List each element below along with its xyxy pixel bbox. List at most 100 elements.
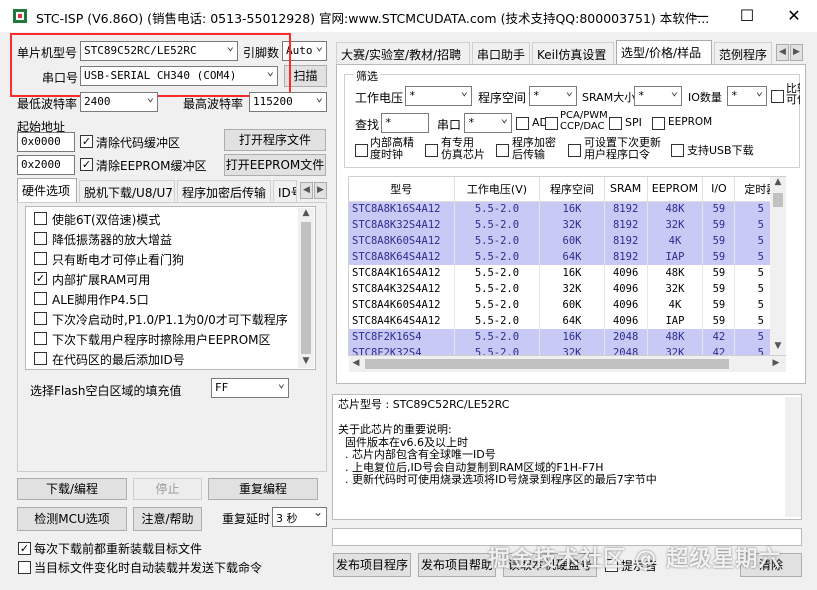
stop-button[interactable]: 停止 <box>133 478 202 500</box>
min-baud-select[interactable]: 2400 <box>80 92 158 112</box>
table-cell: 16K <box>539 201 605 217</box>
col-sram[interactable]: SRAM <box>604 177 648 202</box>
minimize-button[interactable]: — <box>678 0 724 32</box>
filter-group-title: 筛选 <box>354 68 380 84</box>
table-row[interactable]: STC8F2K32S4 5.5-2.0 32K 2048 32K 42 5 <box>349 345 785 355</box>
option-checkbox[interactable] <box>34 232 47 245</box>
uart-select[interactable]: * <box>464 113 512 133</box>
adc-checkbox[interactable] <box>516 117 529 130</box>
open-eeprom-file-button[interactable]: 打开EEPROM文件 <box>224 154 326 176</box>
publish-help-button[interactable]: 发布项目帮助 <box>418 553 496 577</box>
fill-value-select[interactable]: FF <box>211 378 289 398</box>
right-tab-scroll-right[interactable]: ▶ <box>790 44 803 61</box>
table-cell: 59 <box>702 201 736 217</box>
table-row[interactable]: STC8A4K32S4A12 5.5-2.0 32K 4096 32K 59 5 <box>349 281 785 297</box>
search-input[interactable]: * <box>381 113 429 133</box>
table-row[interactable]: STC8A4K64S4A12 5.5-2.0 64K 4096 IAP 59 5 <box>349 313 785 329</box>
code-start-address-input[interactable]: 0x0000 <box>17 132 75 152</box>
clear-eeprom-buffer-checkbox[interactable]: ✓ <box>80 158 93 171</box>
info-scrollbar[interactable] <box>785 397 801 517</box>
tab-keil-emulation[interactable]: Keil仿真设置 <box>532 42 614 64</box>
repeat-program-button[interactable]: 重复编程 <box>208 478 318 500</box>
clear-code-buffer-checkbox[interactable]: ✓ <box>80 135 93 148</box>
tab-scroll-left-button[interactable]: ◀ <box>300 182 313 199</box>
scroll-thumb[interactable] <box>301 222 311 354</box>
auto-send-checkbox[interactable] <box>18 561 31 574</box>
col-flash[interactable]: 程序空间 <box>539 177 605 202</box>
table-row[interactable]: STC8F2K16S4 5.5-2.0 16K 2048 48K 42 5 <box>349 329 785 345</box>
max-baud-label: 最高波特率 <box>183 97 244 111</box>
table-scroll-left-icon[interactable]: ◀ <box>349 358 363 368</box>
encrypted-transfer-checkbox[interactable] <box>496 144 509 157</box>
sram-size-select[interactable]: * <box>634 86 682 106</box>
scroll-down-icon[interactable]: ▼ <box>298 356 314 366</box>
tab-id-number[interactable]: ID号 <box>273 180 297 202</box>
hs-clock-checkbox[interactable] <box>355 144 368 157</box>
usb-download-label: 支持USB下载 <box>687 144 754 157</box>
maximize-button[interactable]: ☐ <box>724 0 770 32</box>
usb-download-checkbox[interactable] <box>671 144 684 157</box>
option-checkbox[interactable] <box>34 312 47 325</box>
option-checkbox[interactable]: ✓ <box>34 272 47 285</box>
io-count-select[interactable]: * <box>727 86 767 106</box>
window-title: STC-ISP (V6.86O) (销售电话: 0513-55012928) 官… <box>36 11 710 26</box>
eeprom-start-address-input[interactable]: 0x2000 <box>17 155 75 175</box>
table-row[interactable]: STC8A8K60S4A12 5.5-2.0 60K 8192 4K 59 5 <box>349 233 785 249</box>
table-hscroll-thumb[interactable] <box>365 359 729 369</box>
tab-contest-lab[interactable]: 大赛/实验室/教材/招聘 <box>336 42 470 64</box>
tab-scroll-right-button[interactable]: ▶ <box>314 182 327 199</box>
options-scrollbar[interactable]: ▲ ▼ <box>298 208 314 368</box>
publish-project-button[interactable]: 发布项目程序 <box>333 553 411 577</box>
repeat-delay-select[interactable]: 3 秒 <box>272 507 327 527</box>
option-checkbox[interactable] <box>34 292 47 305</box>
comparator-label: 比较器(可当可作ADC检测 <box>786 83 800 105</box>
col-eeprom[interactable]: EEPROM <box>647 177 704 202</box>
tab-encrypted-transfer[interactable]: 程序加密后传输 <box>177 180 271 202</box>
table-scroll-down-icon[interactable]: ▼ <box>770 341 786 351</box>
option-checkbox[interactable] <box>34 212 47 225</box>
table-row[interactable]: STC8A4K60S4A12 5.5-2.0 60K 4096 4K 59 5 <box>349 297 785 313</box>
table-cell: 32K <box>647 217 704 233</box>
table-cell: 4K <box>647 297 704 313</box>
pca-pwm-checkbox[interactable] <box>545 117 558 130</box>
max-baud-select[interactable]: 115200 <box>249 92 327 112</box>
emulation-chip-checkbox[interactable] <box>425 144 438 157</box>
option-checkbox[interactable] <box>34 352 47 365</box>
spi-checkbox[interactable] <box>609 117 622 130</box>
col-voltage[interactable]: 工作电压(V) <box>454 177 541 202</box>
download-program-button[interactable]: 下载/编程 <box>17 478 127 500</box>
table-horizontal-scrollbar[interactable]: ◀ ▶ <box>349 356 786 372</box>
table-vertical-scrollbar[interactable]: ▲ ▼ <box>770 177 786 355</box>
table-cell: 32K <box>539 345 605 355</box>
notes-help-button[interactable]: 注意/帮助 <box>133 507 202 531</box>
option-checkbox[interactable] <box>34 332 47 345</box>
comparator-checkbox[interactable] <box>771 90 784 103</box>
right-tab-scroll-left[interactable]: ◀ <box>776 44 789 61</box>
tab-sample-programs[interactable]: 范例程序 <box>714 42 772 64</box>
scroll-up-icon[interactable]: ▲ <box>298 208 314 218</box>
detect-mcu-options-button[interactable]: 检测MCU选项 <box>17 507 127 531</box>
table-row[interactable]: STC8A4K16S4A12 5.5-2.0 16K 4096 48K 59 5 <box>349 265 785 281</box>
option-checkbox[interactable] <box>34 252 47 265</box>
open-program-file-button[interactable]: 打开程序文件 <box>224 129 326 151</box>
table-scroll-up-icon[interactable]: ▲ <box>770 177 786 187</box>
sram-size-label: SRAM大小 <box>582 91 636 104</box>
col-io[interactable]: I/O <box>702 177 736 202</box>
table-scroll-right-icon[interactable]: ▶ <box>769 358 783 368</box>
eeprom-checkbox[interactable] <box>652 117 665 130</box>
table-row[interactable]: STC8A8K32S4A12 5.5-2.0 32K 8192 32K 59 5 <box>349 217 785 233</box>
table-row[interactable]: STC8A8K16S4A12 5.5-2.0 16K 8192 48K 59 5 <box>349 201 785 217</box>
table-scroll-thumb[interactable] <box>773 193 783 207</box>
update-password-checkbox[interactable] <box>568 144 581 157</box>
reload-before-download-checkbox[interactable]: ✓ <box>18 542 31 555</box>
table-cell: 5.5-2.0 <box>454 345 541 355</box>
col-model[interactable]: 型号 <box>349 177 455 202</box>
table-row[interactable]: STC8A8K64S4A12 5.5-2.0 64K 8192 IAP 59 5 <box>349 249 785 265</box>
voltage-select[interactable]: * <box>405 86 472 106</box>
tab-selection-price[interactable]: 选型/价格/样品 <box>616 40 712 64</box>
tab-serial-assistant[interactable]: 串口助手 <box>472 42 530 64</box>
close-button[interactable]: ✕ <box>771 0 817 32</box>
flash-size-select[interactable]: * <box>529 86 577 106</box>
tab-hardware-options[interactable]: 硬件选项 <box>17 178 77 202</box>
tab-offline-download[interactable]: 脱机下载/U8/U7 <box>79 180 175 202</box>
